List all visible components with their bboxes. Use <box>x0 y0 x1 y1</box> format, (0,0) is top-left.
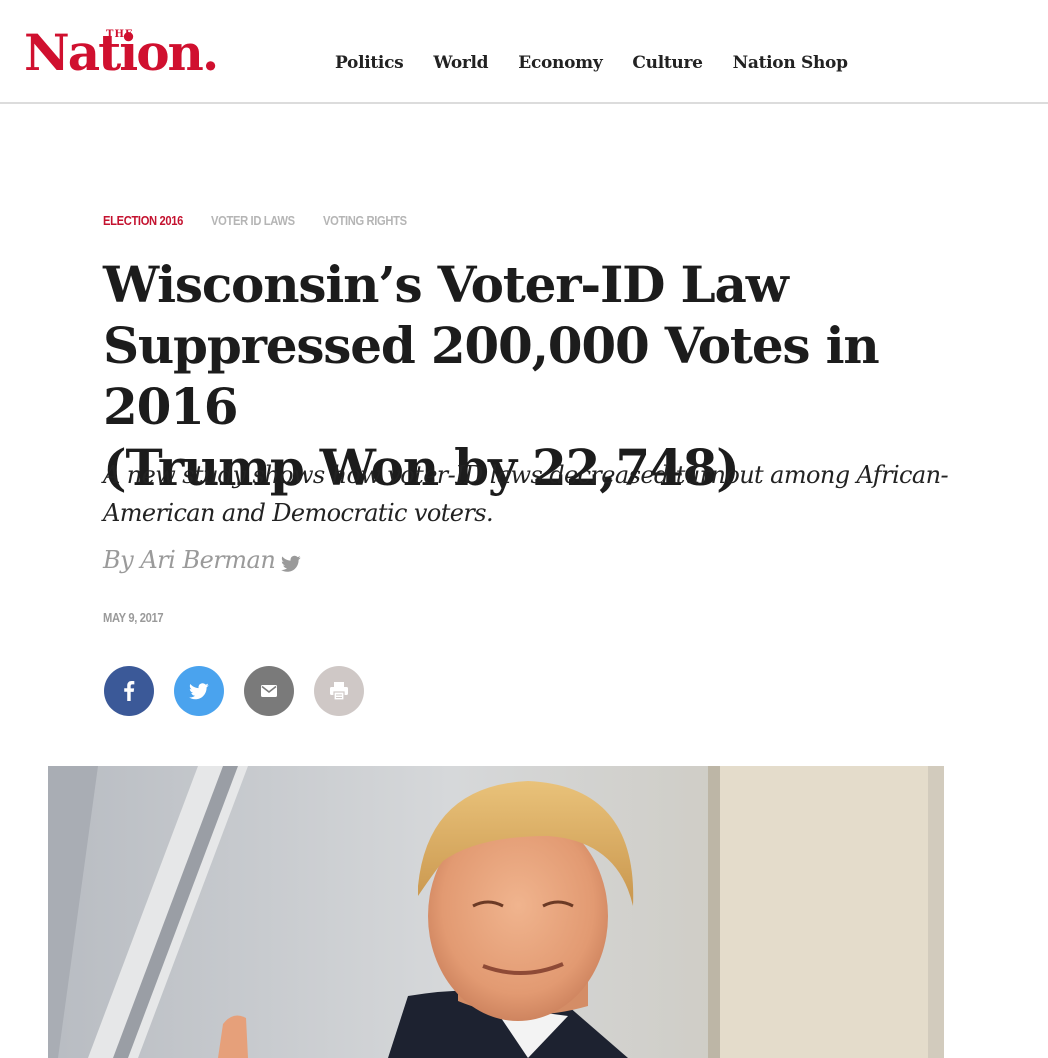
share-print-button[interactable] <box>314 666 364 716</box>
article-subtitle-line: American and Democratic voters. <box>103 499 494 527</box>
twitter-icon <box>189 682 209 700</box>
author-link[interactable]: Ari Berman <box>140 546 275 574</box>
article-title-line: Wisconsin’s Voter-ID Law <box>103 255 789 314</box>
tag-election-2016[interactable]: Election 2016 <box>103 213 183 228</box>
author-twitter-icon[interactable] <box>281 551 301 572</box>
nav-politics[interactable]: Politics <box>335 53 404 73</box>
article-title-line: Suppressed 200,000 Votes in 2016 <box>103 316 880 436</box>
hero-image <box>48 766 944 1058</box>
share-facebook-button[interactable] <box>104 666 154 716</box>
hero-photo-illustration <box>48 766 944 1058</box>
article-subtitle-line: A new study shows how voter-ID laws decr… <box>103 461 949 489</box>
byline: By Ari Berman <box>103 546 301 574</box>
article-subtitle: A new study shows how voter-ID laws decr… <box>103 456 963 532</box>
share-email-button[interactable] <box>244 666 294 716</box>
share-twitter-button[interactable] <box>174 666 224 716</box>
nav-culture[interactable]: Culture <box>632 53 703 73</box>
logo-wordmark: Nation. <box>24 23 219 82</box>
article-tags: Election 2016 Voter ID Laws Voting Right… <box>103 213 421 228</box>
share-bar <box>104 666 364 716</box>
the-nation-logo[interactable]: THE Nation. <box>24 24 246 84</box>
nav-nation-shop[interactable]: Nation Shop <box>733 53 848 73</box>
publish-date: May 9, 2017 <box>103 610 164 625</box>
tag-voting-rights[interactable]: Voting Rights <box>323 213 407 228</box>
facebook-icon <box>123 681 135 701</box>
main-nav: Politics World Economy Culture Nation Sh… <box>335 53 878 73</box>
site-header: THE Nation. Politics World Economy Cultu… <box>0 0 1048 104</box>
byline-prefix: By <box>103 546 134 574</box>
tag-voter-id-laws[interactable]: Voter ID Laws <box>211 213 295 228</box>
nav-world[interactable]: World <box>433 53 488 73</box>
nav-economy[interactable]: Economy <box>518 53 602 73</box>
mail-icon <box>261 685 277 697</box>
printer-icon <box>329 681 349 701</box>
